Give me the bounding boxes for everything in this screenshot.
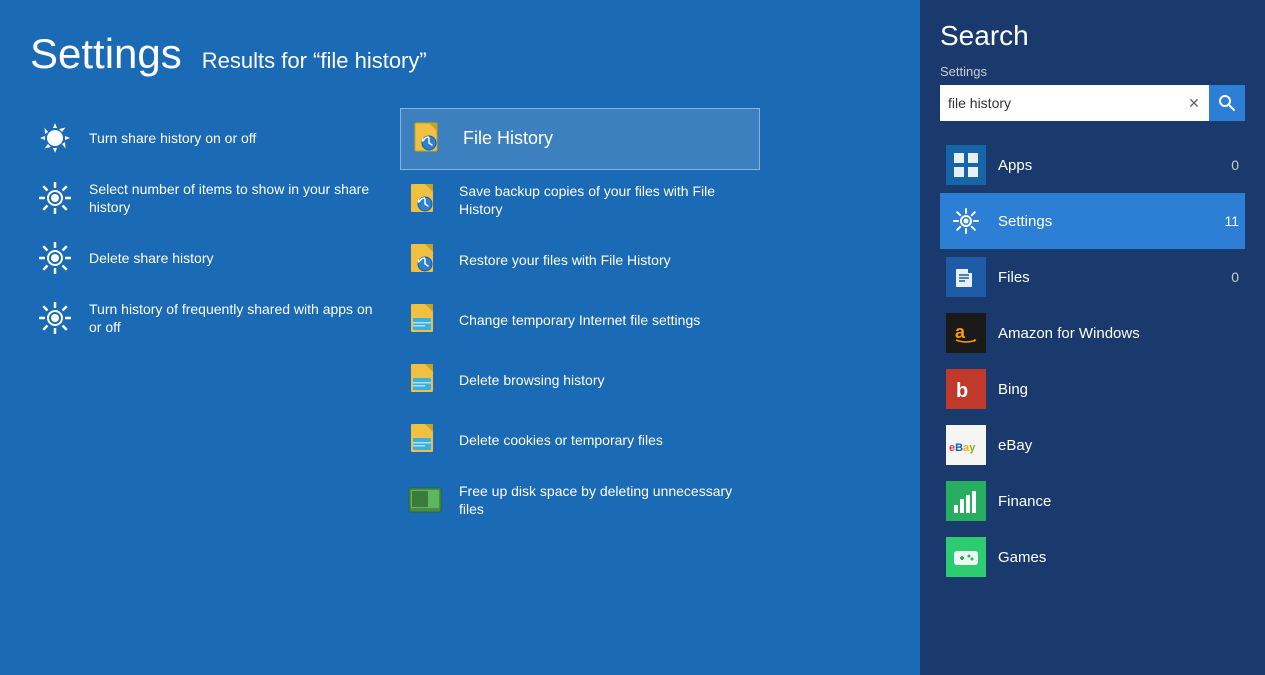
left-result-text-4: Turn history of frequently shared with a… [89,300,385,336]
right-results-column: File History Save backup copies of your … [390,108,760,530]
right-result-text-free-disk: Free up disk space by deleting unnecessa… [459,482,755,518]
gear-icon [35,118,75,158]
svg-text:b: b [956,380,968,402]
right-result-text-delete-browsing: Delete browsing history [459,371,605,389]
search-category-label: Settings [940,64,1245,79]
gear-icon [35,298,75,338]
category-count-settings: 11 [1224,213,1239,229]
category-name-bing: Bing [998,381,1239,398]
category-item-apps[interactable]: Apps 0 [940,137,1245,193]
search-input[interactable] [940,85,1179,121]
category-item-amazon[interactable]: a Amazon for Windows [940,305,1245,361]
right-result-item-delete-browsing[interactable]: Delete browsing history [400,350,760,410]
category-item-bing[interactable]: b Bing [940,361,1245,417]
change-temp-icon [405,300,445,340]
left-panel: Settings Results for “file history” [0,0,920,675]
ebay-icon: eBay [946,425,986,465]
bing-icon: b [946,369,986,409]
apps-icon [946,145,986,185]
delete-cookies-icon [405,420,445,460]
category-item-games[interactable]: Games [940,529,1245,585]
right-result-item-free-disk[interactable]: Free up disk space by deleting unnecessa… [400,470,760,530]
amazon-icon: a [946,313,986,353]
right-result-text-save-backup: Save backup copies of your files with Fi… [459,182,755,218]
category-name-amazon: Amazon for Windows [998,325,1239,342]
search-go-button[interactable] [1209,85,1245,121]
category-name-files: Files [998,269,1231,286]
files-icon [946,257,986,297]
category-name-settings: Settings [998,213,1224,230]
left-result-item[interactable]: Turn share history on or off [30,108,390,168]
category-name-ebay: eBay [998,437,1239,454]
left-results-column: Turn share history on or off [20,108,390,530]
right-result-item-save-backup[interactable]: Save backup copies of your files with Fi… [400,170,760,230]
category-count-files: 0 [1231,269,1239,285]
settings-icon [946,201,986,241]
results-subtitle: Results for “file history” [202,48,427,74]
left-result-text-1: Turn share history on or off [89,129,256,147]
finance-icon [946,481,986,521]
free-disk-icon [405,480,445,520]
right-result-item-delete-cookies[interactable]: Delete cookies or temporary files [400,410,760,470]
file-history-icon-small [405,180,445,220]
delete-browsing-icon [405,360,445,400]
category-name-apps: Apps [998,157,1231,174]
left-result-item[interactable]: Delete share history [30,228,390,288]
file-history-icon [409,119,449,159]
category-item-files[interactable]: Files 0 [940,249,1245,305]
category-item-ebay[interactable]: eBay eBay [940,417,1245,473]
right-result-text-file-history: File History [463,127,553,150]
svg-text:a: a [955,322,966,342]
right-result-text-change-temp: Change temporary Internet file settings [459,311,700,329]
search-clear-button[interactable]: ✕ [1179,85,1209,121]
category-item-finance[interactable]: Finance [940,473,1245,529]
search-panel: Search Settings ✕ Apps 0 [920,0,1265,675]
category-name-finance: Finance [998,493,1239,510]
results-container: Turn share history on or off [20,108,920,530]
svg-text:eBay: eBay [949,442,976,454]
left-result-text-3: Delete share history [89,249,214,267]
search-input-container[interactable]: ✕ [940,85,1245,121]
games-icon [946,537,986,577]
header-area: Settings Results for “file history” [20,30,920,78]
restore-files-icon [405,240,445,280]
gear-icon [35,238,75,278]
right-result-item-file-history[interactable]: File History [400,108,760,170]
right-result-text-restore-files: Restore your files with File History [459,251,671,269]
right-result-text-delete-cookies: Delete cookies or temporary files [459,431,663,449]
left-result-text-2: Select number of items to show in your s… [89,180,385,216]
category-name-games: Games [998,549,1239,566]
page-title: Settings [30,30,182,78]
left-result-item[interactable]: Turn history of frequently shared with a… [30,288,390,348]
category-item-settings[interactable]: Settings 11 [940,193,1245,249]
gear-icon [35,178,75,218]
right-result-item-restore-files[interactable]: Restore your files with File History [400,230,760,290]
right-result-item-change-temp[interactable]: Change temporary Internet file settings [400,290,760,350]
search-panel-title: Search [940,20,1245,52]
category-count-apps: 0 [1231,157,1239,173]
left-result-item[interactable]: Select number of items to show in your s… [30,168,390,228]
